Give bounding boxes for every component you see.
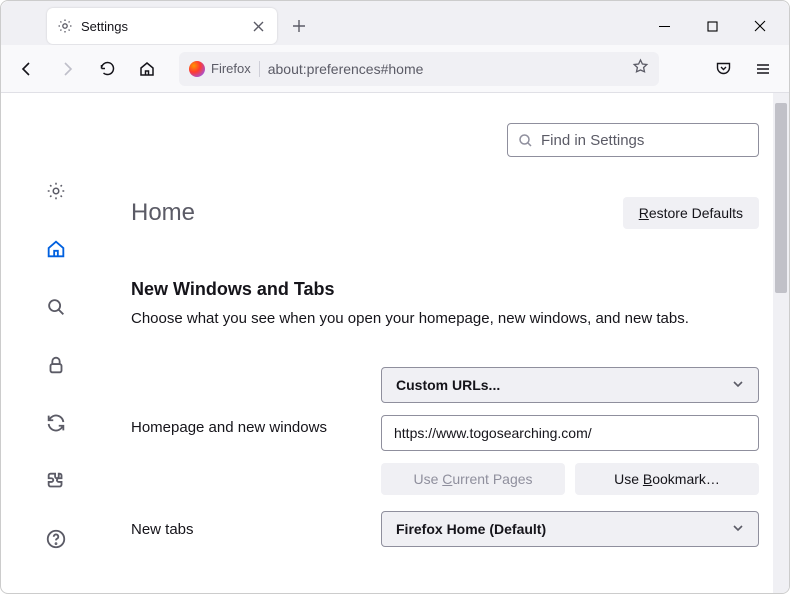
homepage-mode-dropdown[interactable]: Custom URLs...	[381, 367, 759, 403]
close-tab-button[interactable]	[249, 17, 267, 35]
reload-button[interactable]	[91, 53, 123, 85]
restore-defaults-button[interactable]: Restore Defaults	[623, 197, 759, 229]
find-settings-input[interactable]: Find in Settings	[507, 123, 759, 157]
find-settings-placeholder: Find in Settings	[541, 132, 644, 149]
sidebar-item-sync[interactable]	[38, 405, 74, 441]
chevron-down-icon	[732, 377, 744, 393]
search-icon	[518, 133, 533, 148]
settings-main: Find in Settings Home Restore Defaults N…	[111, 93, 789, 593]
url-text: about:preferences#home	[268, 61, 624, 77]
tab-title: Settings	[81, 19, 241, 34]
sidebar-item-privacy[interactable]	[38, 347, 74, 383]
newtabs-dropdown[interactable]: Firefox Home (Default)	[381, 511, 759, 547]
bookmark-star-icon[interactable]	[632, 58, 649, 80]
navigation-toolbar: Firefox about:preferences#home	[1, 45, 789, 93]
section-description: Choose what you see when you open your h…	[131, 310, 759, 327]
use-current-pages-button[interactable]: Use Current Pages	[381, 463, 565, 495]
section-heading: New Windows and Tabs	[131, 279, 759, 300]
page-title: Home	[131, 199, 195, 227]
identity-label: Firefox	[211, 61, 251, 76]
maximize-button[interactable]	[689, 10, 735, 42]
browser-tab[interactable]: Settings	[47, 8, 277, 44]
sidebar-item-home[interactable]	[38, 231, 74, 267]
scrollbar-thumb[interactable]	[775, 103, 787, 293]
url-bar[interactable]: Firefox about:preferences#home	[179, 52, 659, 86]
forward-button[interactable]	[51, 53, 83, 85]
sidebar-item-help[interactable]	[38, 521, 74, 557]
sidebar-item-general[interactable]	[38, 173, 74, 209]
minimize-button[interactable]	[641, 10, 687, 42]
identity-box[interactable]: Firefox	[189, 61, 260, 77]
save-to-pocket-button[interactable]	[707, 53, 739, 85]
app-menu-button[interactable]	[747, 53, 779, 85]
sidebar-item-search[interactable]	[38, 289, 74, 325]
use-bookmark-button[interactable]: Use Bookmark…	[575, 463, 759, 495]
tab-bar: Settings	[1, 1, 789, 45]
homepage-mode-value: Custom URLs...	[396, 377, 500, 393]
homepage-label: Homepage and new windows	[131, 367, 361, 436]
newtabs-label: New tabs	[131, 521, 361, 538]
scrollbar-track[interactable]	[773, 93, 789, 593]
window-close-button[interactable]	[737, 10, 783, 42]
settings-sidebar	[1, 93, 111, 593]
chevron-down-icon	[732, 521, 744, 537]
gear-icon	[57, 18, 73, 34]
new-tab-button[interactable]	[283, 10, 315, 42]
newtabs-value: Firefox Home (Default)	[396, 521, 546, 537]
homepage-url-input[interactable]	[381, 415, 759, 451]
sidebar-item-extensions[interactable]	[38, 463, 74, 499]
home-button[interactable]	[131, 53, 163, 85]
firefox-logo-icon	[189, 61, 205, 77]
back-button[interactable]	[11, 53, 43, 85]
